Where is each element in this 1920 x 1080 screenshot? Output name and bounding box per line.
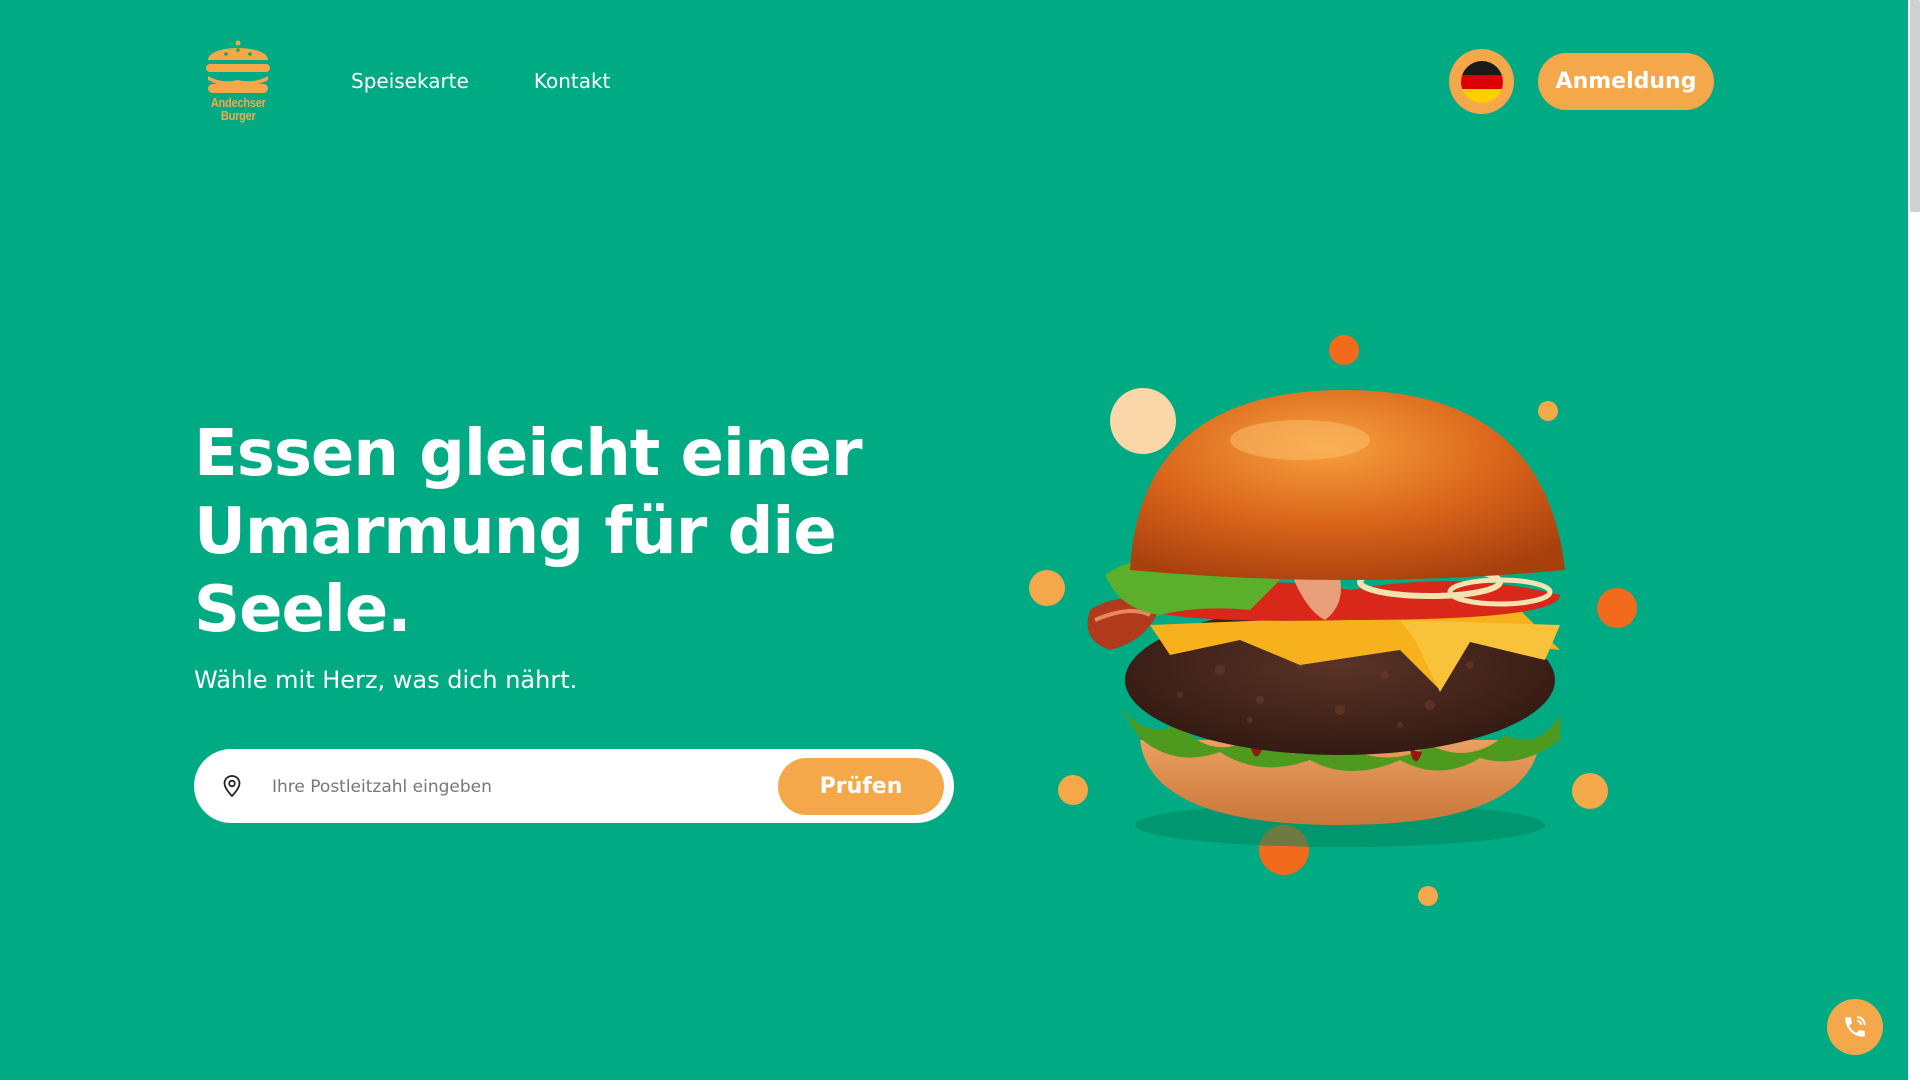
nav-item-speisekarte[interactable]: Speisekarte	[351, 64, 469, 98]
hero-subtitle: Wähle mit Herz, was dich nährt.	[194, 666, 578, 694]
language-selector-button[interactable]	[1449, 49, 1514, 114]
zip-search-bar: Prüfen	[194, 749, 954, 823]
call-button[interactable]	[1827, 999, 1883, 1055]
nav-item-kontakt[interactable]: Kontakt	[534, 64, 611, 98]
location-pin-icon	[223, 775, 241, 798]
hero-title: Essen gleicht einer Umarmung für die See…	[194, 417, 863, 647]
brand-logo[interactable]: Andechser Burger	[200, 36, 276, 126]
zip-code-input[interactable]	[270, 767, 734, 807]
brand-name: Andechser Burger	[211, 96, 266, 122]
phone-icon	[1845, 1016, 1866, 1037]
burger-illustration	[1000, 320, 1700, 920]
page-scrollbar[interactable]	[1908, 0, 1920, 1080]
german-flag-icon	[1460, 60, 1503, 103]
brand-name-line2: Burger	[220, 108, 256, 123]
check-zip-button[interactable]: Prüfen	[778, 758, 944, 815]
burger-image	[1087, 390, 1565, 847]
scrollbar-thumb[interactable]	[1910, 0, 1920, 212]
login-button[interactable]: Anmeldung	[1538, 53, 1714, 110]
landing-page: Andechser Burger Speisekarte Kontakt Anm…	[0, 0, 1908, 1080]
main-nav: Speisekarte Kontakt	[351, 64, 610, 98]
burger-logo-icon	[206, 40, 270, 93]
